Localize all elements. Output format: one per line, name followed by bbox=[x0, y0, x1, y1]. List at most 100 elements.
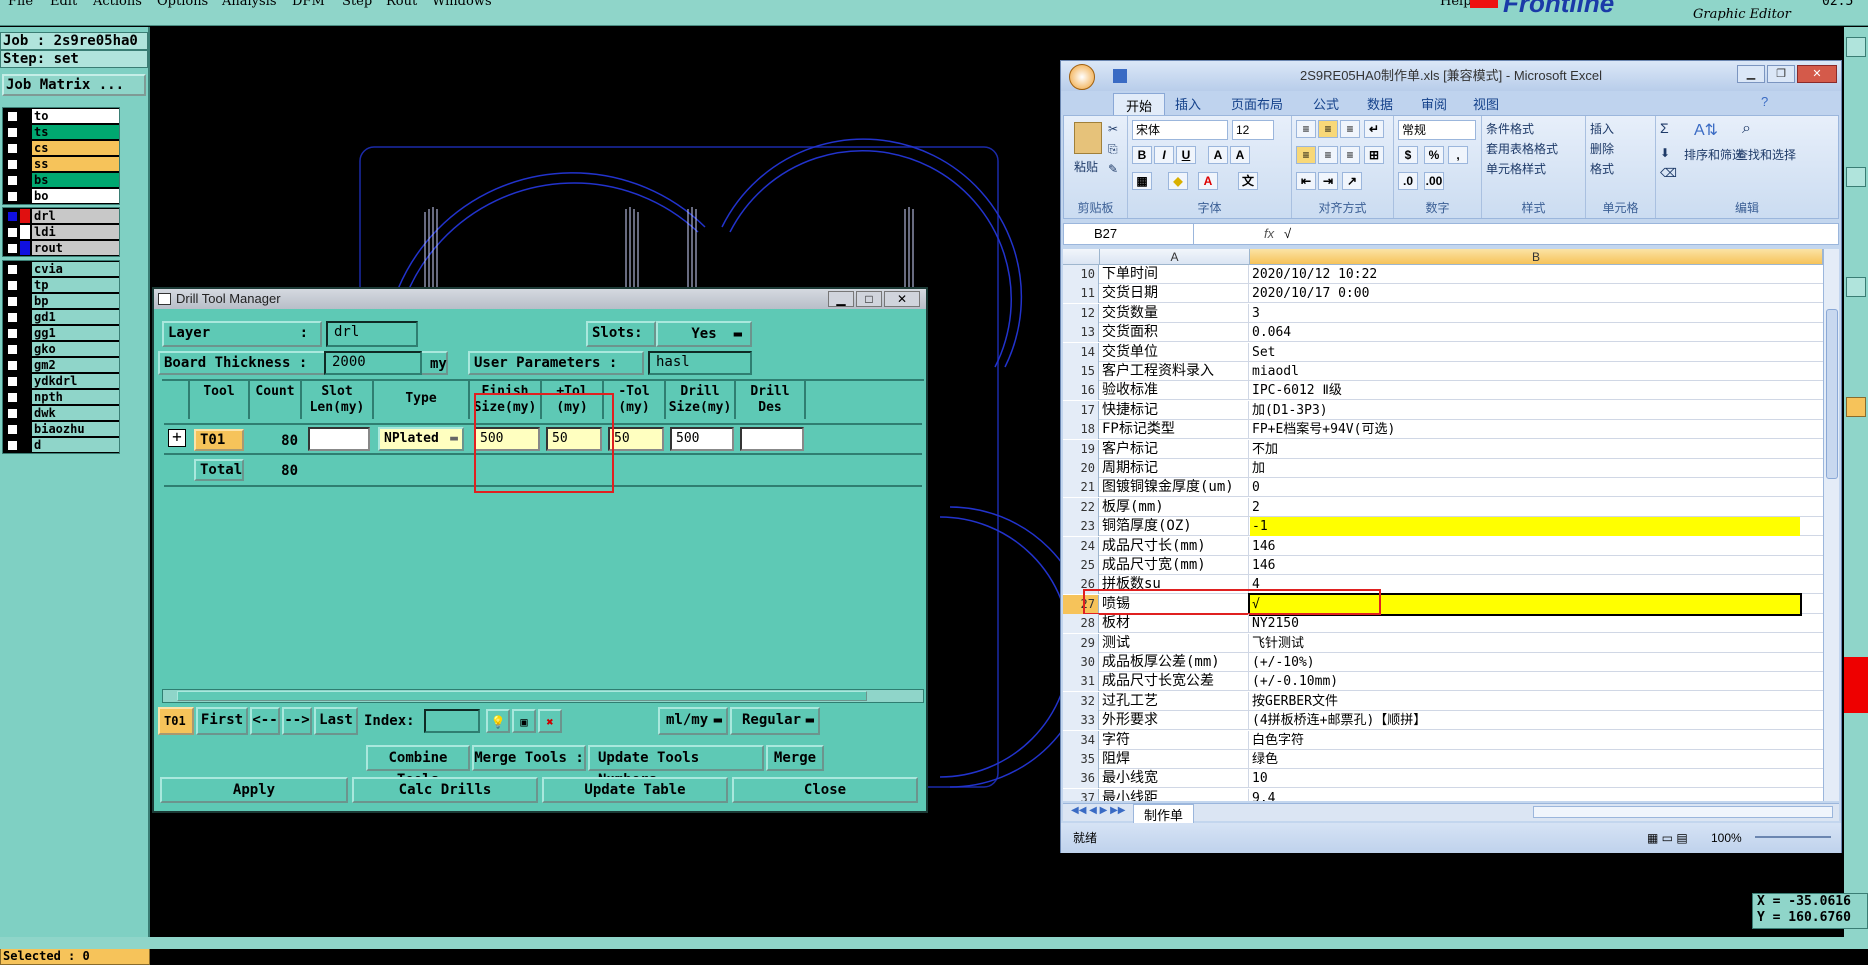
save-icon[interactable] bbox=[1113, 69, 1127, 83]
spreadsheet-grid[interactable]: A B 10 下单时间 2020/10/12 10:22 11 交货日期 2020/10/… bbox=[1063, 249, 1823, 801]
cell-b[interactable]: 白色字符 bbox=[1250, 731, 1800, 750]
cell-b[interactable]: (+/-10%) bbox=[1250, 653, 1800, 672]
currency-icon[interactable]: $ bbox=[1398, 146, 1418, 164]
zoom-slider[interactable] bbox=[1755, 836, 1831, 838]
row-number[interactable]: 12 bbox=[1063, 303, 1099, 323]
row-number[interactable]: 14 bbox=[1063, 342, 1099, 362]
column-header-b[interactable]: B bbox=[1250, 249, 1823, 265]
cell-b[interactable]: 绿色 bbox=[1250, 750, 1800, 769]
minus-tol-input[interactable]: 50 bbox=[608, 427, 664, 451]
underline-icon[interactable]: U bbox=[1176, 146, 1196, 164]
align-bottom-icon[interactable]: ≡ bbox=[1340, 120, 1360, 138]
row-number[interactable]: 35 bbox=[1063, 750, 1099, 769]
align-top-icon[interactable]: ≡ bbox=[1296, 120, 1316, 138]
layer-checkbox[interactable] bbox=[7, 439, 18, 451]
menu-windows[interactable]: Windows bbox=[432, 0, 492, 9]
delete-icon[interactable]: ✖ bbox=[538, 709, 562, 733]
index-input[interactable] bbox=[424, 709, 480, 733]
comma-icon[interactable]: , bbox=[1448, 146, 1468, 164]
row-number[interactable]: 32 bbox=[1063, 691, 1099, 711]
board-thickness-field[interactable]: 2000 bbox=[324, 351, 422, 375]
border-icon[interactable]: ▦ bbox=[1132, 172, 1152, 190]
paste-icon[interactable] bbox=[1074, 122, 1102, 154]
align-left-icon[interactable]: ≡ bbox=[1296, 146, 1316, 164]
prev-button[interactable]: <-- bbox=[250, 707, 280, 735]
layer-row-ts[interactable]: ts bbox=[3, 124, 119, 140]
wrap-text-icon[interactable]: ↵ bbox=[1364, 120, 1384, 138]
fx-icon[interactable]: fx bbox=[1264, 226, 1274, 241]
row-number[interactable]: 34 bbox=[1063, 730, 1099, 750]
font-name-select[interactable]: 宋体 bbox=[1132, 120, 1228, 140]
cell-b[interactable]: 0 bbox=[1250, 478, 1800, 497]
menu-step[interactable]: Step bbox=[342, 0, 372, 9]
cell-b[interactable]: 加(D1-3P3) bbox=[1250, 401, 1800, 420]
menu-file[interactable]: File bbox=[8, 0, 33, 9]
slots-select[interactable]: Yes ▬ bbox=[656, 321, 752, 347]
vertical-scrollbar[interactable] bbox=[1823, 249, 1839, 801]
cell-a[interactable]: 外形要求 bbox=[1100, 711, 1249, 731]
cell-b[interactable]: 146 bbox=[1250, 556, 1800, 575]
cell-a[interactable]: 铜箔厚度(OZ) bbox=[1100, 517, 1249, 537]
calc-drills-button[interactable]: Calc Drills bbox=[352, 777, 538, 803]
layer-row-gko[interactable]: gko bbox=[3, 341, 119, 357]
maximize-icon[interactable]: □ bbox=[856, 291, 882, 307]
close-icon[interactable]: ✕ bbox=[1797, 65, 1837, 83]
increase-decimal-icon[interactable]: .0 bbox=[1398, 172, 1418, 190]
shrink-font-icon[interactable]: A bbox=[1230, 146, 1250, 164]
format-cells-button[interactable]: 格式 bbox=[1590, 160, 1614, 177]
cell-a[interactable]: 成品板厚公差(mm) bbox=[1100, 653, 1249, 672]
find-select-icon[interactable]: ⌕ bbox=[1742, 120, 1751, 138]
restore-icon[interactable]: ❐ bbox=[1767, 65, 1795, 83]
row-number[interactable]: 28 bbox=[1063, 614, 1099, 634]
layer-row-cvia[interactable]: cvia bbox=[3, 261, 119, 277]
menu-actions[interactable]: Actions bbox=[93, 0, 142, 9]
cell-a[interactable]: 阻焊 bbox=[1100, 750, 1249, 769]
cell-b[interactable]: 加 bbox=[1250, 459, 1800, 478]
name-box[interactable]: B27 bbox=[1064, 224, 1194, 244]
excel-titlebar[interactable]: 2S9RE05HA0制作单.xls [兼容模式] - Microsoft Exc… bbox=[1061, 61, 1841, 91]
layer-checkbox[interactable] bbox=[7, 210, 18, 222]
cell-b[interactable]: (4拼板桥连+邮票孔)【顺拼】 bbox=[1250, 711, 1800, 730]
cell-b[interactable]: 2 bbox=[1250, 498, 1800, 517]
menu-dfm[interactable]: DFM bbox=[292, 0, 325, 9]
row-number[interactable]: 25 bbox=[1063, 556, 1099, 575]
update-tools-numbers-select[interactable]: Update Tools Numbers▬ bbox=[588, 745, 764, 788]
cell-a[interactable]: 验收标准 bbox=[1100, 381, 1249, 401]
row-number[interactable]: 24 bbox=[1063, 536, 1099, 556]
phonetic-icon[interactable]: 文 bbox=[1238, 172, 1258, 190]
cell-a[interactable]: 快捷标记 bbox=[1100, 400, 1249, 420]
sort-icon[interactable]: ▣ bbox=[512, 709, 536, 733]
orientation-icon[interactable]: ↗ bbox=[1342, 172, 1362, 190]
slot-len-input[interactable] bbox=[308, 427, 370, 451]
layer-checkbox[interactable] bbox=[7, 190, 18, 202]
fill-color-icon[interactable]: ◆ bbox=[1168, 172, 1188, 190]
cut-icon[interactable]: ✂ bbox=[1108, 122, 1118, 136]
cell-a[interactable]: 交货单位 bbox=[1100, 342, 1249, 362]
tool-icon[interactable] bbox=[1846, 167, 1866, 187]
cell-b[interactable]: 不加 bbox=[1250, 440, 1800, 459]
apply-button[interactable]: Apply bbox=[160, 777, 348, 803]
menu-analysis[interactable]: Analysis bbox=[222, 0, 277, 9]
tab-insert[interactable]: 插入 bbox=[1175, 94, 1201, 113]
units-select[interactable]: ml/my ▬ bbox=[658, 707, 728, 735]
expand-row-icon[interactable]: + bbox=[168, 429, 186, 447]
font-color-icon[interactable]: A bbox=[1198, 172, 1218, 190]
align-center-icon[interactable]: ≡ bbox=[1318, 146, 1338, 164]
number-format-select[interactable]: 常规 bbox=[1398, 120, 1476, 140]
cell-b[interactable]: (+/-0.10mm) bbox=[1250, 672, 1800, 691]
tab-view[interactable]: 视图 bbox=[1473, 94, 1499, 113]
tool-cell[interactable]: T01 bbox=[194, 429, 244, 451]
cell-a[interactable]: 交货数量 bbox=[1100, 303, 1249, 323]
autosum-icon[interactable]: Σ bbox=[1660, 120, 1669, 136]
delete-cells-button[interactable]: 删除 bbox=[1590, 140, 1614, 157]
cell-a[interactable]: 客户标记 bbox=[1100, 439, 1249, 459]
menu-edit[interactable]: Edit bbox=[50, 0, 77, 9]
cell-b[interactable]: 按GERBER文件 bbox=[1250, 692, 1800, 711]
merge-center-icon[interactable]: ⊞ bbox=[1364, 146, 1384, 164]
cell-a[interactable]: 周期标记 bbox=[1100, 459, 1249, 478]
layer-checkbox[interactable] bbox=[7, 174, 18, 186]
percent-icon[interactable]: % bbox=[1424, 146, 1444, 164]
merge-button[interactable]: Merge bbox=[766, 745, 824, 771]
tab-page-layout[interactable]: 页面布局 bbox=[1231, 94, 1283, 113]
row-number[interactable]: 30 bbox=[1063, 653, 1099, 672]
